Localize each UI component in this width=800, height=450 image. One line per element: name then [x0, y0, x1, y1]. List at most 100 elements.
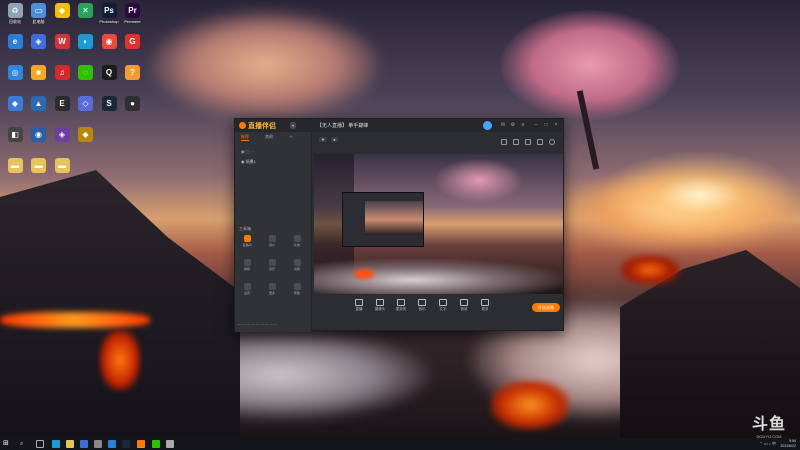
clock[interactable]: 9:54 2021/6/22 — [780, 439, 796, 449]
desktop-icon[interactable]: ◉ — [28, 127, 50, 143]
preview-nested-preview — [365, 201, 423, 235]
desktop-icon[interactable]: ♫ — [51, 65, 73, 81]
desktop-icon[interactable]: ▲ — [28, 96, 50, 112]
wallpaper-lava — [490, 380, 570, 430]
computer-icon: ▭ — [31, 3, 46, 18]
start-live-button[interactable]: 开始直播 — [532, 303, 560, 312]
explorer-taskbar-icon[interactable] — [66, 440, 74, 448]
bottom-action[interactable]: 文字 — [434, 299, 452, 312]
app-titlebar[interactable]: 直播伴侣 ▾ 【无人直播】 拳手巅峰 ✉ ⚙ ≡ – □ × — [235, 119, 563, 132]
desktop-icon-label: Premiere — [124, 19, 141, 24]
action-label: 麦克风 — [395, 307, 407, 311]
share-icon[interactable] — [549, 139, 555, 145]
desktop-icon[interactable]: ▬ — [4, 158, 26, 174]
desktop-icon-label: 回收站 — [9, 19, 21, 24]
record-icon[interactable] — [525, 139, 531, 145]
tool-item[interactable]: 剪辑 — [288, 259, 306, 275]
wechat-icon: ◌ — [78, 65, 93, 80]
system-tray[interactable]: ⌃ ▭ ♪ 中 — [760, 441, 776, 447]
tool-label: 剪辑 — [293, 267, 300, 271]
tab-other[interactable]: 其他 — [265, 134, 273, 140]
desktop-icon[interactable]: ◎ — [4, 65, 26, 81]
desktop-icon[interactable]: ▬ — [51, 158, 73, 174]
desktop-icon[interactable]: ? — [122, 65, 144, 81]
settings-icon[interactable]: ⚙ — [510, 122, 516, 128]
desktop-icon[interactable]: W — [51, 34, 73, 50]
desktop-icon[interactable]: ◧ — [4, 127, 26, 143]
app-icon: ■ — [31, 65, 46, 80]
add-tab-icon[interactable]: ＋ — [289, 134, 293, 140]
bottom-action[interactable]: 音乐 — [413, 299, 431, 312]
desktop-icon[interactable]: Q — [98, 65, 120, 81]
desktop-icon[interactable]: G — [122, 34, 144, 50]
desktop-icon[interactable]: Ps Photoshop — [98, 3, 120, 24]
douyu-watermark: 斗鱼 DOUYU.COM — [752, 410, 786, 439]
maximize-icon[interactable]: □ — [543, 122, 549, 128]
room-title[interactable]: 【无人直播】 拳手巅峰 — [317, 122, 368, 129]
desktop-icon[interactable]: ◈ — [51, 127, 73, 143]
tool-item[interactable]: 观众 — [263, 235, 281, 251]
desktop-icon[interactable]: ◌ — [75, 65, 97, 81]
streaming-app-window[interactable]: 直播伴侣 ▾ 【无人直播】 拳手巅峰 ✉ ⚙ ≡ – □ × 推荐 其他 ＋ ▣… — [234, 118, 564, 332]
desktop-icon[interactable]: ▭ 此电脑 — [28, 3, 50, 24]
bottom-action[interactable]: 音效 — [455, 299, 473, 312]
desktop-icon[interactable]: ◇ — [75, 96, 97, 112]
desktop-icon[interactable]: ◆ — [75, 127, 97, 143]
avatar[interactable] — [483, 121, 492, 130]
layout-icon[interactable] — [501, 139, 507, 145]
bottom-action[interactable]: 麦克风 — [392, 299, 410, 312]
bottom-action[interactable]: 更多 — [476, 299, 494, 312]
task-view-icon[interactable] — [36, 440, 44, 448]
menu-icon[interactable]: ≡ — [520, 122, 526, 128]
desktop-icon[interactable]: ◈ — [28, 34, 50, 50]
desktop-icon[interactable]: ◉ — [98, 34, 120, 50]
desktop-icon[interactable]: ◆ — [4, 96, 26, 112]
tool-item[interactable]: 帮助 — [288, 283, 306, 299]
action-icon — [376, 299, 384, 306]
clock-date: 2021/6/22 — [780, 444, 796, 448]
tool-item[interactable]: 设置 — [238, 283, 256, 299]
desktop-icon[interactable]: ✕ — [75, 3, 97, 19]
message-icon[interactable]: ✉ — [500, 122, 506, 128]
eye-icon[interactable]: ◉ — [241, 159, 245, 164]
desktop-icon[interactable]: ■ — [28, 65, 50, 81]
action-icon — [481, 299, 489, 306]
tool-label: 设置 — [243, 291, 250, 295]
desktop-icon[interactable]: e — [4, 34, 26, 50]
tool-item[interactable]: 礼物 — [288, 235, 306, 251]
desktop-icon[interactable]: ♻ 回收站 — [4, 3, 26, 24]
desktop-icon[interactable]: ◆ — [51, 3, 73, 19]
minimize-icon[interactable]: – — [533, 122, 539, 128]
desktop-icon[interactable]: S — [98, 96, 120, 112]
app-taskbar-icon[interactable] — [166, 440, 174, 448]
tool-item[interactable]: 弹幕 — [238, 259, 256, 275]
desktop-icon[interactable]: ▬ — [28, 158, 50, 174]
search-icon[interactable]: ⌕ — [20, 440, 28, 448]
bottom-action[interactable]: 摄像头 — [371, 299, 389, 312]
desktop-icon[interactable]: Pr Premiere — [122, 3, 144, 24]
edge-taskbar-icon[interactable] — [52, 440, 60, 448]
stream-preview[interactable] — [314, 154, 563, 294]
tool-item[interactable]: 直播间 — [238, 235, 256, 251]
desktop-icon[interactable]: E — [51, 96, 73, 112]
close-icon[interactable]: × — [553, 122, 559, 128]
wechat-taskbar-icon[interactable] — [152, 440, 160, 448]
bottom-action[interactable]: 直播 — [350, 299, 368, 312]
streaming-app-taskbar-icon[interactable] — [137, 440, 145, 448]
tab-recommend[interactable]: 推荐 — [241, 134, 249, 141]
app-taskbar-icon[interactable] — [80, 440, 88, 448]
start-button-icon[interactable]: ⊞ — [3, 440, 11, 448]
app-icon: ◆ — [78, 127, 93, 142]
steam-taskbar-icon[interactable] — [122, 440, 130, 448]
scene-item[interactable]: ◉ 场景1 — [241, 159, 307, 167]
desktop-icon[interactable]: ● — [122, 96, 144, 112]
app-taskbar-icon[interactable] — [94, 440, 102, 448]
tool-item[interactable]: 音乐 — [263, 259, 281, 275]
fullscreen-icon[interactable] — [537, 139, 543, 145]
screenshot-icon[interactable] — [513, 139, 519, 145]
category-tag[interactable]: ▼ — [319, 137, 327, 142]
app-taskbar-icon[interactable] — [108, 440, 116, 448]
tool-item[interactable]: 更多 — [263, 283, 281, 299]
app-icon: ▲ — [31, 96, 46, 111]
desktop-icon[interactable]: ◐ — [75, 34, 97, 50]
